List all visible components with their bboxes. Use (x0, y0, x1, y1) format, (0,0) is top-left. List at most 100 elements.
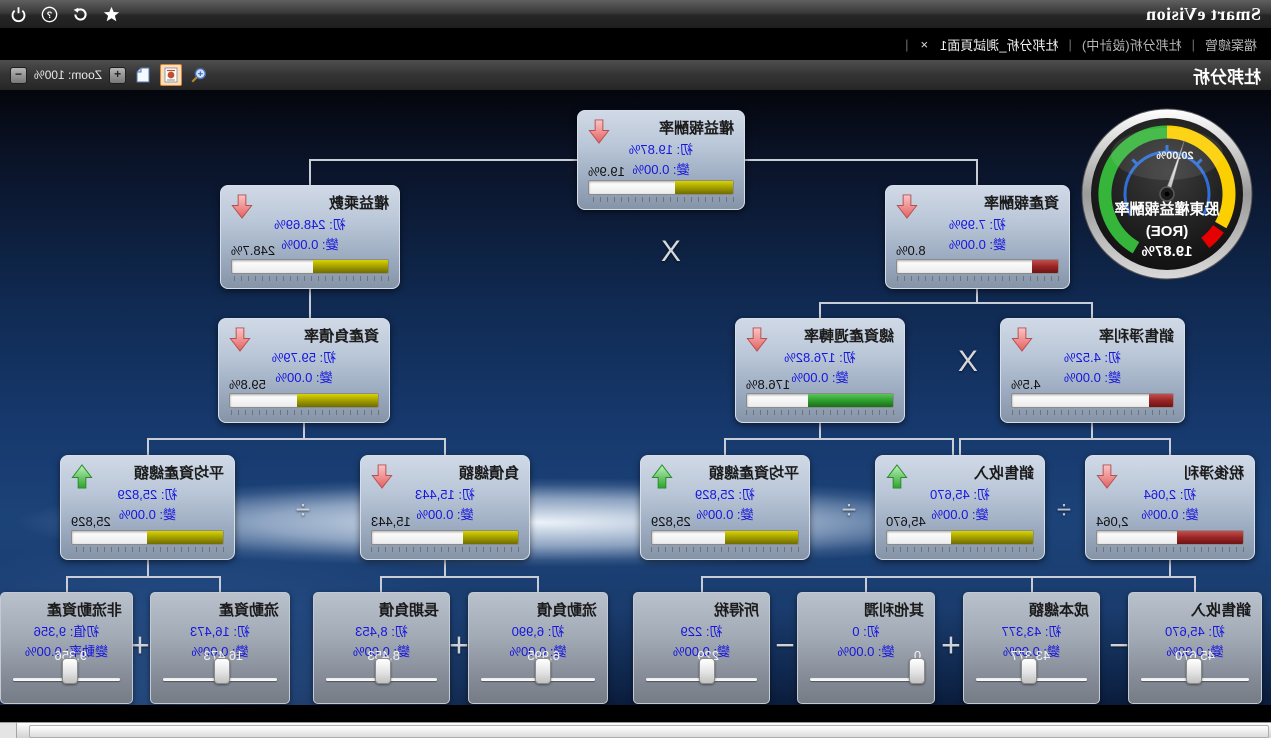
zoom-in-button[interactable]: + (109, 67, 126, 84)
ruler-ticks (886, 547, 1034, 552)
ruler-ticks (229, 410, 379, 415)
operator-plus: + (941, 627, 961, 666)
progress-bar (746, 393, 894, 408)
page-title: 杜邦分析 (1193, 63, 1261, 88)
help-icon[interactable]: ? (41, 6, 58, 23)
slider-track[interactable] (810, 678, 922, 681)
scrollbar-corner (0, 723, 17, 738)
trend-down-icon (1095, 463, 1119, 490)
trend-down-icon (228, 326, 252, 353)
new-page-icon[interactable] (133, 65, 153, 85)
ruler-ticks (1096, 547, 1244, 552)
title-bar: 杜邦分析 + Zoom: 100% − (0, 60, 1271, 90)
ruler-ticks (896, 276, 1059, 281)
progress-bar (1011, 393, 1174, 408)
slider-track[interactable] (1141, 678, 1249, 681)
refresh-icon[interactable] (72, 6, 89, 23)
node-total-liabilities[interactable]: 負債總額 初: 15,443 變: 0.00% 15,443 (360, 455, 530, 560)
slider-track[interactable] (646, 678, 757, 681)
trend-down-icon (1010, 326, 1034, 353)
dupont-canvas: 20.00% 股東權益報酬率 (ROE) 19.87% X X ÷ ÷ ÷ − … (0, 90, 1271, 722)
help-glyph: ? (46, 10, 52, 20)
trend-down-icon (587, 118, 611, 145)
tab-separator: | (1192, 37, 1195, 52)
node-equity-multiplier[interactable]: 權益乘數 初: 248.69% 變: 0.00% 248.7% (220, 185, 400, 289)
progress-bar (651, 530, 799, 545)
progress-bar (371, 530, 519, 545)
leaf-current-liabilities[interactable]: 流動負債 初: 6,990 變: 0.00% 6,995 (468, 592, 608, 704)
trend-up-icon (650, 463, 674, 490)
trend-down-icon (745, 326, 769, 353)
tab-separator: | (905, 37, 908, 52)
progress-bar (229, 393, 379, 408)
trend-down-icon (370, 463, 394, 490)
tab-dupont-testpage[interactable]: 杜邦分析_測試頁面1 (940, 35, 1058, 54)
operator-divide: ÷ (1057, 495, 1071, 526)
trend-up-icon (70, 463, 94, 490)
horizontal-scrollbar[interactable] (0, 722, 1271, 738)
progress-bar (588, 180, 734, 195)
trend-down-icon (895, 193, 919, 220)
node-sales-revenue[interactable]: 銷售收入 初: 45,670 變: 0.00% 45,670 (875, 455, 1045, 560)
slider-thumb[interactable] (375, 658, 391, 684)
zoom-out-button[interactable]: − (10, 67, 27, 84)
node-return-on-assets[interactable]: 資產報酬率 初: 7.99% 變: 0.00% 8.0% (885, 185, 1070, 289)
scrollbar-thumb[interactable] (29, 725, 1269, 738)
progress-bar (886, 530, 1034, 545)
operator-multiply: X (661, 235, 681, 269)
zoom-level-label: Zoom: 100% (34, 68, 102, 82)
leaf-total-cost[interactable]: 成本總額 初: 43,377 變: 0.00% 43,377 (963, 592, 1100, 704)
slider-thumb[interactable] (1186, 658, 1202, 684)
app-logo: Smart eVision (1146, 4, 1261, 25)
node-net-profit-after-tax[interactable]: 稅後淨利 初: 2,064 變: 0.00% 2,064 (1085, 455, 1255, 560)
tab-bar: 檔案總管 | 杜邦分析(設計中) | 杜邦分析_測試頁面1 × | (0, 28, 1271, 60)
slider-thumb[interactable] (699, 658, 715, 684)
trend-down-icon (230, 193, 254, 220)
slider-track[interactable] (13, 678, 120, 681)
slider-thumb[interactable] (1021, 658, 1037, 684)
power-icon[interactable] (10, 6, 27, 23)
ruler-ticks (588, 197, 734, 202)
progress-bar (1096, 530, 1244, 545)
ruler-ticks (71, 547, 224, 552)
gauge-subtitle: (ROE) (1146, 223, 1189, 240)
slider-track[interactable] (976, 678, 1087, 681)
node-net-profit-margin[interactable]: 銷售淨利率 初: 4.52% 變: 0.00% 4.5% (1000, 318, 1185, 423)
gauge-value: 19.87% (1142, 243, 1193, 260)
node-avg-total-assets[interactable]: 平均資產總額 初: 25,829 變: 0.00% 25,829 (640, 455, 810, 560)
tab-file-manager[interactable]: 檔案總管 (1205, 35, 1257, 54)
favorite-star-icon[interactable] (103, 6, 120, 23)
slider-thumb[interactable] (535, 658, 551, 684)
node-avg-total-assets[interactable]: 平均資產總額 初: 25,829 變: 0.00% 25,829 (60, 455, 235, 560)
ruler-ticks (746, 410, 894, 415)
report-view-icon[interactable] (160, 64, 182, 86)
progress-bar (896, 259, 1059, 274)
leaf-other-profit[interactable]: 其他利潤 初: 0 變: 0.00% 0 (797, 592, 935, 704)
leaf-current-assets[interactable]: 流動資產 初: 16,473 變: 0.00% 16,473 (150, 592, 290, 704)
slider-thumb[interactable] (214, 658, 230, 684)
node-asset-turnover[interactable]: 總資產週轉率 初: 176.82% 變: 0.00% 176.8% (735, 318, 905, 423)
slider-track[interactable] (481, 678, 595, 681)
node-debt-to-asset-ratio[interactable]: 資產負債率 初: 59.79% 變: 0.00% 59.8% (218, 318, 390, 423)
tab-dupont-design[interactable]: 杜邦分析(設計中) (1082, 35, 1182, 54)
canvas-bottom-strip (0, 705, 1271, 722)
leaf-noncurrent-assets[interactable]: 非流動資產 初值: 9,356 變動率: 0.00% 9,356 (0, 592, 133, 704)
slider-track[interactable] (163, 678, 277, 681)
leaf-sales-revenue[interactable]: 銷售收入 初: 45,670 變: 0.00% 45,670 (1128, 592, 1262, 704)
progress-bar (71, 530, 224, 545)
top-bar: Smart eVision ? (0, 0, 1271, 28)
tab-close-icon[interactable]: × (918, 37, 930, 52)
roe-gauge: 20.00% 股東權益報酬率 (ROE) 19.87% (1079, 106, 1255, 282)
node-roe[interactable]: 權益報酬率 初: 19.87% 變: 0.00% 19.9% (577, 110, 745, 210)
zoom-search-icon[interactable] (189, 65, 209, 85)
slider-thumb[interactable] (909, 658, 925, 684)
ruler-ticks (231, 276, 389, 281)
progress-bar (231, 259, 389, 274)
leaf-income-tax[interactable]: 所得稅 初: 229 變: 0.00% 229 (633, 592, 770, 704)
slider-thumb[interactable] (62, 658, 78, 684)
ruler-ticks (1011, 410, 1174, 415)
operator-minus: − (775, 627, 795, 666)
operator-minus: − (1109, 627, 1129, 666)
leaf-longterm-liabilities[interactable]: 長期負債 初: 8,453 變: 0.00% 8,453 (313, 592, 450, 704)
slider-track[interactable] (326, 678, 437, 681)
